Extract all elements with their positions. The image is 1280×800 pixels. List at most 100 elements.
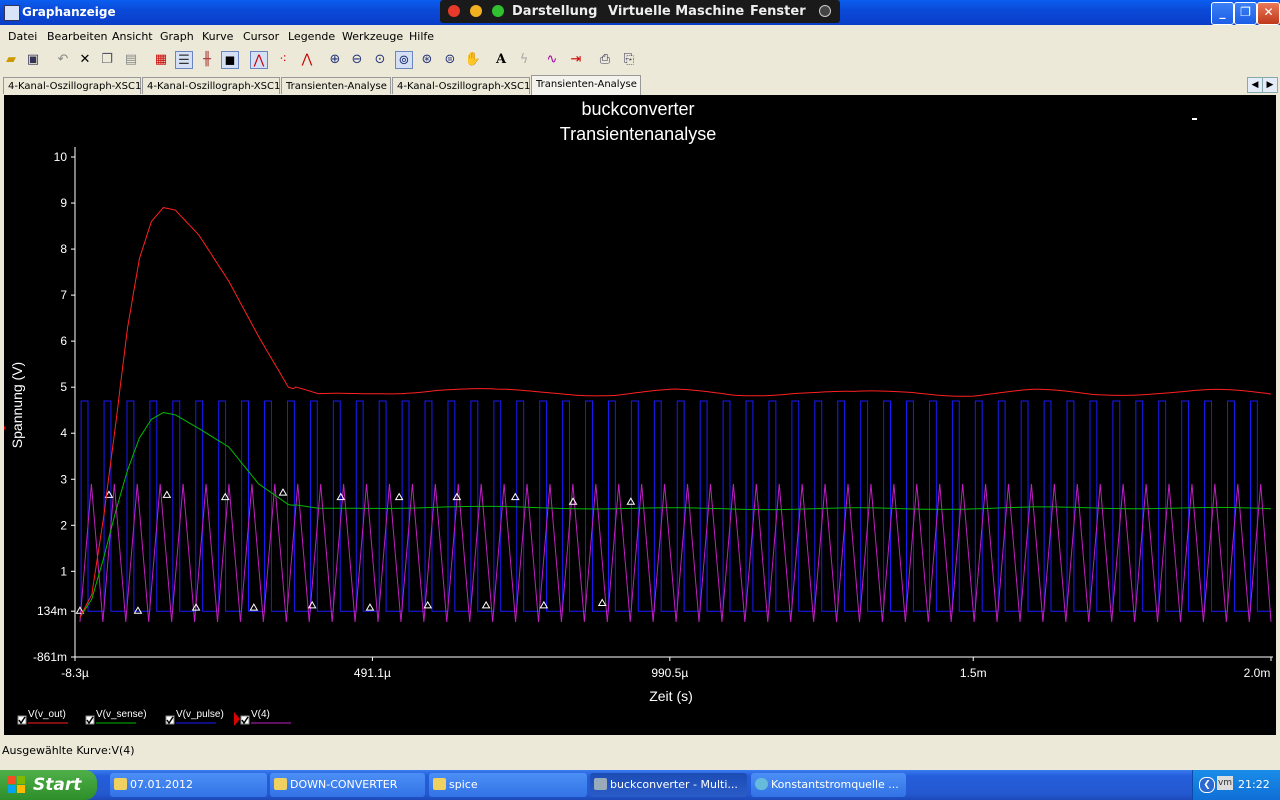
open-icon[interactable]: ▰ <box>2 51 20 69</box>
vm-minimize-icon[interactable] <box>470 5 482 17</box>
vm-zoom-icon[interactable] <box>492 5 504 17</box>
export-icon[interactable]: ⇥ <box>567 51 585 69</box>
vm-menu-view[interactable]: Darstellung <box>512 4 597 19</box>
series-v-out-line <box>79 207 1272 618</box>
legend-label: V(v_out) <box>28 709 66 720</box>
menu-hilfe[interactable]: Hilfe <box>409 30 434 43</box>
series-v4-marker <box>481 600 491 609</box>
minimize-button[interactable]: _ <box>1211 2 1234 25</box>
series-v4-marker <box>626 497 636 505</box>
menu-kurve[interactable]: Kurve <box>202 30 233 43</box>
series-v4-marker <box>278 488 288 496</box>
reverse-colors-icon[interactable]: ◼ <box>221 51 239 69</box>
vm-pause-icon[interactable] <box>819 5 831 17</box>
vmware-tools-icon[interactable]: vm <box>1217 776 1233 790</box>
copy-icon[interactable]: ❐ <box>98 51 116 69</box>
y-axis-label: Spannung (V) <box>9 362 25 448</box>
vm-menu-machine[interactable]: Virtuelle Maschine <box>608 4 744 19</box>
task-internet-explorer[interactable]: Konstantstromquelle ... <box>751 773 906 797</box>
menu-graph[interactable]: Graph <box>160 30 194 43</box>
zoom-x-icon[interactable]: ⊛ <box>418 51 436 69</box>
task-multisim[interactable]: buckconverter - Multi... <box>590 773 747 797</box>
task-folder-date[interactable]: 07.01.2012 <box>110 773 267 797</box>
series-v4-marker <box>133 606 143 614</box>
series-v4-marker <box>307 600 317 609</box>
grid-icon[interactable]: ▦ <box>152 51 170 69</box>
close-button[interactable]: ✕ <box>1257 2 1280 25</box>
tab-transient-1[interactable]: Transienten-Analyse <box>281 77 391 94</box>
legend-label: V(4) <box>251 709 270 720</box>
lines-icon[interactable]: ⋀ <box>250 51 268 69</box>
overlay-icon[interactable]: ∿ <box>543 51 561 69</box>
zoom-area-icon[interactable]: ⊚ <box>395 51 413 69</box>
series-v4-marker <box>162 490 172 498</box>
chart-title: buckconverter <box>581 99 694 119</box>
series-v4-marker <box>568 497 578 505</box>
graph-panel[interactable]: buckconverter Transientenanalyse 10 9 8 7 6 5… <box>0 95 1276 735</box>
x-tick-label: 491.1µ <box>354 666 391 680</box>
restore-button[interactable]: ❐ <box>1234 2 1257 25</box>
start-button[interactable]: Start <box>0 770 97 800</box>
text-icon[interactable]: A <box>492 51 510 69</box>
zoom-y-icon[interactable]: ⊜ <box>441 51 459 69</box>
transient-chart[interactable]: buckconverter Transientenanalyse 10 9 8 7 6 5… <box>0 95 1276 735</box>
zoom-fit-icon[interactable]: ⊙ <box>371 51 389 69</box>
y-tick-label: 9 <box>60 196 67 210</box>
menu-cursor[interactable]: Cursor <box>243 30 279 43</box>
tab-oscilloscope-2[interactable]: 4-Kanal-Oszillograph-XSC1 <box>142 77 280 94</box>
zoom-out-icon[interactable]: ⊖ <box>348 51 366 69</box>
x-axis-label: Zeit (s) <box>649 688 693 704</box>
window-titlebar: Graphanzeige Darstellung Virtuelle Masch… <box>0 0 1280 25</box>
menu-werkzeuge[interactable]: Werkzeuge <box>342 30 403 43</box>
cut-icon[interactable]: ✕ <box>76 51 94 69</box>
system-tray: ❮ vm 21:22 <box>1192 770 1280 800</box>
y-tick-label: 1 <box>60 564 67 578</box>
start-label: Start <box>33 775 82 795</box>
y-tick-label: 2 <box>60 518 67 532</box>
tab-scroll-right-icon[interactable]: ▶ <box>1262 77 1278 93</box>
plot-marker-dash <box>1192 118 1197 120</box>
pan-hand-icon[interactable]: ✋ <box>464 51 482 69</box>
paste-icon[interactable]: ▤ <box>122 51 140 69</box>
tab-strip: 4-Kanal-Oszillograph-XSC1 4-Kanal-Oszill… <box>0 75 1280 95</box>
tab-transient-active[interactable]: Transienten-Analyse <box>531 75 641 95</box>
y-tick-label: 8 <box>60 242 67 256</box>
series-v4-marker <box>394 492 404 501</box>
legend-icon[interactable]: ☰ <box>175 51 193 69</box>
task-label: Konstantstromquelle ... <box>771 778 899 791</box>
tab-oscilloscope-3[interactable]: 4-Kanal-Oszillograph-XSC1 <box>392 77 530 94</box>
task-folder-down-converter[interactable]: DOWN-CONVERTER <box>270 773 425 797</box>
series-v4-marker <box>510 492 520 501</box>
task-label: spice <box>449 778 478 791</box>
folder-icon <box>274 778 287 790</box>
y-tick-labels: 10 9 8 7 6 5 4 3 2 1 134m -861m <box>33 150 75 664</box>
menu-datei[interactable]: Datei <box>8 30 37 43</box>
tray-expand-icon[interactable]: ❮ <box>1199 777 1215 793</box>
task-folder-spice[interactable]: spice <box>429 773 587 797</box>
tab-scroll-left-icon[interactable]: ◀ <box>1247 77 1263 93</box>
chart-legend: V(v_out) V(v_sense) V(v_pulse) V(4) <box>17 709 291 726</box>
lines-points-icon[interactable]: ⋀ <box>298 51 316 69</box>
vm-toolbar: Darstellung Virtuelle Maschine Fenster <box>440 0 840 23</box>
y-tick-label: 4 <box>60 426 67 440</box>
vm-close-icon[interactable] <box>448 5 460 17</box>
multisim-icon <box>594 778 607 790</box>
trace-icon[interactable]: ϟ <box>515 51 533 69</box>
cursors-icon[interactable]: ╫ <box>198 51 216 69</box>
menu-bearbeiten[interactable]: Bearbeiten <box>47 30 107 43</box>
print-icon[interactable]: ⎙ <box>596 51 614 69</box>
left-edge-marker-icon[interactable] <box>0 421 6 435</box>
y-tick-label: 10 <box>54 150 68 164</box>
print-preview-icon[interactable]: ⎘ <box>620 51 638 69</box>
points-icon[interactable]: ⁖ <box>274 51 292 69</box>
menu-legende[interactable]: Legende <box>288 30 335 43</box>
save-icon[interactable]: ▣ <box>24 51 42 69</box>
zoom-in-icon[interactable]: ⊕ <box>326 51 344 69</box>
menu-ansicht[interactable]: Ansicht <box>112 30 153 43</box>
y-tick-label: 5 <box>60 380 67 394</box>
vm-menu-window[interactable]: Fenster <box>750 4 806 19</box>
app-icon <box>4 5 20 21</box>
tab-oscilloscope-1[interactable]: 4-Kanal-Oszillograph-XSC1 <box>3 77 141 94</box>
y-tick-label: -861m <box>33 650 67 664</box>
undo-icon[interactable]: ↶ <box>54 51 72 69</box>
